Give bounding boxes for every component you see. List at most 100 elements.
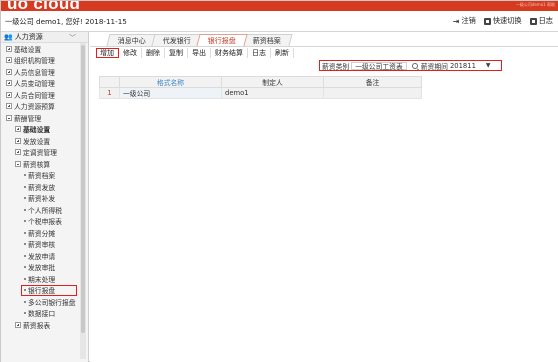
sidebar-tree: 基础设置 组织机构管理 人员信息管理 人员变动管理 人员合同管理 人力资源预算 薪酬管理 基础…	[1, 43, 88, 331]
expand-icon[interactable]	[6, 57, 12, 64]
sidebar-item[interactable]: 薪资报表	[1, 319, 88, 331]
sidebar-item-label: 薪资发放	[28, 183, 56, 192]
expand-icon[interactable]	[6, 45, 12, 52]
table-row[interactable]: 1 一级公司 demo1	[99, 87, 422, 99]
sidebar-item[interactable]: 个税申报表	[1, 216, 88, 228]
top-brand-bar: uo cloud 一级公司demo1 帮助	[1, 1, 558, 11]
toolbar-button[interactable]: 财务结算	[211, 48, 248, 58]
tab-strip: 消息中心 代发银行 银行报盘 薪资档案	[106, 34, 293, 46]
sidebar-item[interactable]: 人员信息管理	[1, 66, 88, 78]
toolbar-button[interactable]: 导出	[188, 48, 211, 58]
cell-format-name[interactable]: 一级公司	[119, 87, 222, 99]
main-panel: 消息中心 代发银行 银行报盘 薪资档案 增加 修改 删除 复制 导出 财务结算 日志 刷新 薪资类别…	[90, 32, 558, 362]
sidebar-header[interactable]: 👥 人力资源 ﹀	[1, 32, 88, 43]
tab[interactable]: 银行报盘	[196, 34, 248, 46]
sidebar-title: 人力资源	[14, 33, 43, 41]
logout-button[interactable]: ⇥ 注销	[453, 16, 476, 26]
toolbar-button[interactable]: 复制	[165, 48, 188, 58]
sidebar-item[interactable]: 多公司银行报盘	[1, 296, 88, 308]
tab[interactable]: 代发银行	[151, 34, 203, 46]
chevron-down-icon[interactable]: ﹀	[69, 33, 76, 43]
logout-label: 注销	[461, 16, 476, 25]
expand-icon[interactable]	[15, 321, 21, 328]
bullet-icon	[24, 197, 26, 200]
grid-header-format-name[interactable]: 格式名称	[119, 76, 222, 88]
bullet-icon	[24, 277, 26, 280]
toolbar-button[interactable]: 修改	[119, 48, 142, 58]
sidebar-item[interactable]: 发放设置	[1, 135, 88, 147]
sidebar-item-label: 发放申请	[28, 252, 56, 261]
expand-icon[interactable]	[15, 149, 21, 156]
sidebar-item[interactable]: 个人所得税	[1, 204, 88, 216]
tab[interactable]: 薪资档案	[241, 34, 293, 46]
collapse-icon[interactable]	[6, 114, 12, 121]
sidebar-item[interactable]: 组织机构管理	[1, 55, 88, 67]
sidebar-item-label: 组织机构管理	[14, 57, 55, 66]
sidebar-item-label: 多公司银行报盘	[28, 298, 76, 307]
sidebar-item[interactable]: 基础设置	[1, 43, 88, 55]
sidebar-scrollbar[interactable]	[80, 43, 86, 359]
expand-icon[interactable]	[6, 103, 12, 110]
bullet-icon	[24, 174, 26, 177]
bullet-icon	[24, 254, 26, 257]
expand-icon[interactable]	[6, 68, 12, 75]
collapse-icon[interactable]	[15, 160, 21, 167]
sidebar-item[interactable]: 薪资发放	[1, 181, 88, 193]
toolbar-button[interactable]: 删除	[142, 48, 165, 58]
welcome-text: 一级公司 demo1, 您好! 2018-11-15	[5, 17, 127, 26]
sidebar-item[interactable]: 薪资补发	[1, 193, 88, 205]
grid-header-remark[interactable]: 备注	[323, 76, 422, 88]
tab[interactable]: 消息中心	[106, 34, 158, 46]
sidebar-item-label: 薪资审核	[28, 241, 56, 250]
app-logo: uo cloud	[7, 1, 81, 11]
cell-maker[interactable]: demo1	[221, 87, 324, 99]
salary-period-label: 薪资期间	[420, 62, 448, 71]
toolbar-button[interactable]: 日志	[248, 48, 271, 58]
sidebar-item[interactable]: 薪酬管理	[1, 112, 88, 124]
sidebar-item[interactable]: 基础设置	[1, 124, 88, 136]
bullet-icon	[24, 208, 26, 211]
expand-icon[interactable]	[15, 137, 21, 144]
sidebar-item-label: 人员变动管理	[14, 80, 55, 89]
grid-header-maker[interactable]: 制定人	[221, 76, 324, 88]
sidebar-item-label: 薪资核算	[23, 160, 51, 169]
app-window: uo cloud 一级公司demo1 帮助 一级公司 demo1, 您好! 20…	[0, 0, 558, 362]
sidebar-item[interactable]: 期末处理	[1, 273, 88, 285]
bullet-icon	[24, 312, 26, 315]
sidebar-item-label: 人力资源预算	[14, 103, 55, 112]
sidebar-item[interactable]: 人员变动管理	[1, 78, 88, 90]
sidebar-item[interactable]: 人力资源预算	[1, 101, 88, 113]
people-icon: 👥	[4, 33, 13, 41]
expand-icon[interactable]	[6, 91, 12, 98]
sidebar-item[interactable]: 银行报盘	[21, 284, 77, 296]
salary-period-value[interactable]: 201811	[450, 62, 476, 70]
log-button[interactable]: 日志	[529, 16, 553, 26]
bullet-icon	[24, 220, 26, 223]
salary-category-select[interactable]: 一级公司工资表	[351, 61, 407, 71]
toolbar-button[interactable]: 刷新	[271, 48, 294, 58]
sidebar-scrollbar-thumb[interactable]	[81, 45, 85, 333]
sidebar-item[interactable]: 薪资分摊	[1, 227, 88, 239]
search-icon[interactable]	[411, 62, 418, 69]
expand-icon[interactable]	[15, 126, 21, 133]
toolbar-button[interactable]: 增加	[96, 48, 119, 58]
sidebar-item[interactable]: 发放审批	[1, 262, 88, 274]
sidebar-item-label: 银行报盘	[28, 287, 56, 296]
quick-switch-button[interactable]: 快速切换	[483, 16, 522, 26]
info-bar: 一级公司 demo1, 您好! 2018-11-15 ⇥ 注销 快速切换 日志	[1, 11, 558, 32]
period-dropdown-icon[interactable]: ▼	[486, 62, 491, 69]
tab-label: 薪资档案	[252, 36, 281, 45]
sidebar-item[interactable]: 发放申请	[1, 250, 88, 262]
cell-remark[interactable]	[323, 87, 422, 99]
sidebar-item[interactable]: 薪资档案	[1, 170, 88, 182]
sidebar-item-label: 个人所得税	[28, 206, 62, 215]
sidebar-item[interactable]: 人员合同管理	[1, 89, 88, 101]
grid-index-header	[99, 76, 120, 88]
sidebar-item[interactable]: 薪资审核	[1, 239, 88, 251]
sidebar-item[interactable]: 定调资管理	[1, 147, 88, 159]
sidebar-item-label: 薪酬管理	[14, 114, 42, 123]
sidebar-item[interactable]: 薪资核算	[1, 158, 88, 170]
sidebar-item[interactable]: 数据接口	[1, 308, 88, 320]
sidebar-item-label: 薪资档案	[28, 172, 56, 181]
expand-icon[interactable]	[6, 80, 12, 87]
